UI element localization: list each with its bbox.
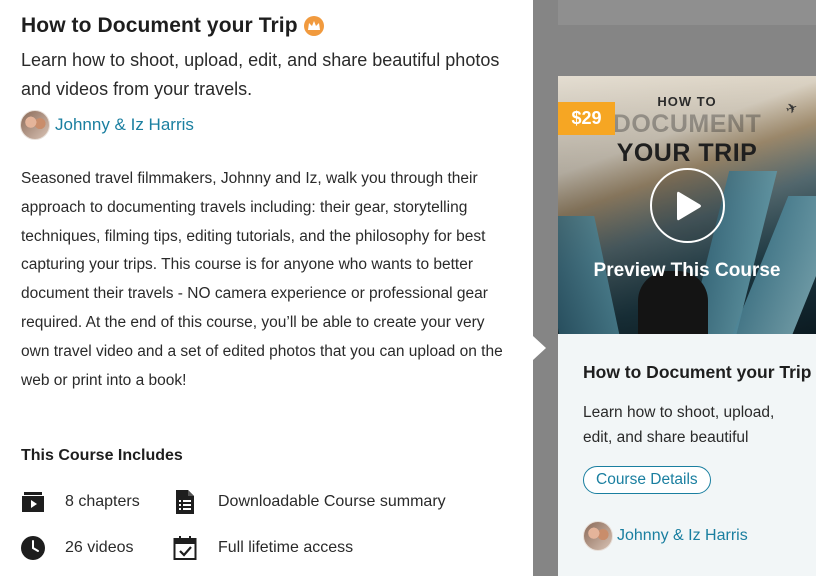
course-preview-thumbnail[interactable]: HOW TO DOCUMENT YOUR TRIP ✈ $29 Preview … bbox=[558, 76, 816, 334]
card-title: How to Document your Trip bbox=[583, 362, 812, 382]
feature-chapters: 8 chapters bbox=[20, 489, 140, 515]
card-author-link[interactable]: Johnny & Iz Harris bbox=[583, 521, 748, 551]
includes-heading: This Course Includes bbox=[21, 447, 183, 464]
author-avatar bbox=[20, 110, 50, 140]
author-link[interactable]: Johnny & Iz Harris bbox=[20, 110, 194, 140]
clock-icon bbox=[20, 535, 46, 561]
background-card-edge bbox=[558, 0, 816, 25]
author-avatar bbox=[583, 521, 613, 551]
preview-label[interactable]: Preview This Course bbox=[558, 260, 816, 282]
price-badge: $29 bbox=[558, 102, 615, 135]
feature-label: Downloadable Course summary bbox=[218, 493, 446, 510]
feature-videos: 26 videos bbox=[20, 535, 134, 561]
card-subtitle: Learn how to shoot, upload, edit, and sh… bbox=[583, 404, 775, 446]
feature-label: Full lifetime access bbox=[218, 539, 354, 556]
crown-icon bbox=[303, 16, 324, 36]
course-title: How to Document your Trip bbox=[21, 14, 298, 37]
course-description: Seasoned travel filmmakers, Johnny and I… bbox=[21, 170, 503, 389]
panel-pointer bbox=[533, 336, 546, 360]
course-detail-panel: How to Document your Trip Learn how to s… bbox=[0, 0, 533, 576]
feature-lifetime-access: Full lifetime access bbox=[172, 535, 353, 561]
title-row: How to Document your Trip bbox=[21, 14, 324, 38]
poster-title-line: YOUR TRIP bbox=[616, 139, 758, 167]
course-details-button[interactable]: Course Details bbox=[583, 466, 711, 494]
document-icon bbox=[172, 489, 198, 515]
course-subtitle: Learn how to shoot, upload, edit, and sh… bbox=[21, 50, 500, 99]
calendar-check-icon bbox=[172, 535, 198, 561]
card-info: How to Document your Trip Learn how to s… bbox=[558, 334, 816, 576]
play-icon bbox=[676, 191, 701, 220]
author-name[interactable]: Johnny & Iz Harris bbox=[55, 115, 194, 135]
feature-label: 8 chapters bbox=[65, 493, 140, 510]
video-chapters-icon bbox=[20, 489, 46, 515]
author-name[interactable]: Johnny & Iz Harris bbox=[617, 527, 748, 545]
feature-label: 26 videos bbox=[65, 539, 134, 556]
play-button[interactable] bbox=[650, 168, 725, 243]
course-card: HOW TO DOCUMENT YOUR TRIP ✈ $29 Preview … bbox=[558, 76, 816, 576]
feature-summary: Downloadable Course summary bbox=[172, 489, 446, 515]
